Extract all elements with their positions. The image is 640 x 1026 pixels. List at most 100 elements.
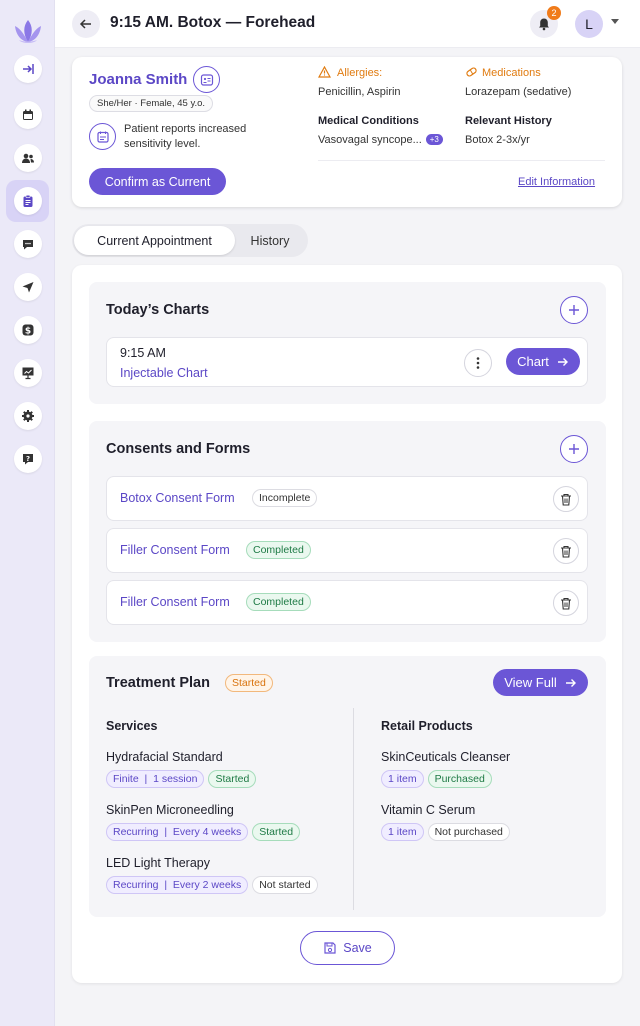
service-status-badge: Started bbox=[208, 770, 257, 788]
chat-bubble-icon bbox=[23, 240, 33, 250]
floppy-disk-icon bbox=[324, 942, 336, 954]
conditions-label: Medical Conditions bbox=[318, 115, 419, 127]
chart-row[interactable]: 9:15 AM Injectable Chart Chart bbox=[106, 337, 588, 387]
patient-profile-button[interactable] bbox=[193, 66, 220, 93]
consents-title: Consents and Forms bbox=[106, 441, 251, 457]
delete-form-button[interactable] bbox=[553, 538, 579, 564]
add-chart-button[interactable] bbox=[560, 296, 588, 324]
confirm-as-current-button[interactable]: Confirm as Current bbox=[89, 168, 226, 195]
chevron-down-icon[interactable] bbox=[611, 19, 619, 24]
sidebar-item-calendar[interactable] bbox=[14, 101, 42, 129]
sidebar-item-billing[interactable]: $ bbox=[14, 316, 42, 344]
open-chart-label: Chart bbox=[517, 354, 549, 369]
form-name-link[interactable]: Filler Consent Form bbox=[120, 595, 230, 609]
appointment-tabs: Current Appointment History bbox=[72, 224, 308, 257]
delete-form-button[interactable] bbox=[553, 590, 579, 616]
send-icon bbox=[22, 282, 34, 293]
column-divider bbox=[353, 708, 354, 910]
warning-icon bbox=[318, 66, 331, 78]
form-row[interactable]: Filler Consent Form Completed bbox=[106, 528, 588, 573]
users-icon bbox=[22, 153, 34, 163]
product-quantity-badge: 1 item bbox=[381, 770, 424, 788]
dollar-icon: $ bbox=[22, 324, 34, 337]
chart-time: 9:15 AM bbox=[120, 346, 166, 360]
service-chips: Recurring | Every 4 weeks Started bbox=[106, 823, 301, 841]
service-chips: Recurring | Every 2 weeks Not started bbox=[106, 876, 318, 894]
todays-charts-title: Today’s Charts bbox=[106, 302, 210, 318]
add-form-button[interactable] bbox=[560, 435, 588, 463]
trash-icon bbox=[561, 597, 571, 610]
arrow-left-icon bbox=[79, 19, 91, 29]
treatment-plan-title: Treatment Plan bbox=[106, 675, 210, 691]
patient-note: Patient reports increased sensitivity le… bbox=[124, 123, 247, 150]
conditions-value: Vasovagal syncope... +3 bbox=[318, 134, 443, 146]
form-row[interactable]: Botox Consent Form Incomplete bbox=[106, 476, 588, 521]
patient-name[interactable]: Joanna Smith bbox=[89, 71, 187, 88]
medications-label: Medications bbox=[482, 67, 541, 79]
sidebar-item-reports[interactable] bbox=[14, 359, 42, 387]
conditions-more-badge[interactable]: +3 bbox=[425, 134, 443, 145]
sidebar-item-settings[interactable] bbox=[14, 402, 42, 430]
note-icon bbox=[89, 123, 116, 150]
history-value: Botox 2-3x/yr bbox=[465, 134, 530, 146]
product-status-badge: Not purchased bbox=[427, 823, 510, 841]
product-chips: 1 item Not purchased bbox=[381, 823, 510, 841]
appointment-content: Today’s Charts 9:15 AM Injectable Chart … bbox=[72, 265, 622, 983]
expand-arrow-icon bbox=[23, 64, 34, 74]
save-button[interactable]: Save bbox=[300, 931, 395, 965]
more-options-button[interactable] bbox=[464, 349, 492, 377]
product-name: Vitamin C Serum bbox=[381, 803, 476, 817]
chart-type-link[interactable]: Injectable Chart bbox=[120, 366, 208, 380]
service-frequency-badge: Finite | 1 session bbox=[106, 770, 205, 788]
top-header: 9:15 AM. Botox — Forehead 2 L bbox=[55, 0, 640, 48]
user-avatar[interactable]: L bbox=[575, 10, 603, 38]
conditions-text: Vasovagal syncope... bbox=[318, 134, 422, 146]
arrow-right-icon bbox=[557, 357, 568, 366]
history-label: Relevant History bbox=[465, 115, 552, 127]
pill-icon bbox=[466, 67, 477, 77]
form-name-link[interactable]: Botox Consent Form bbox=[120, 491, 235, 505]
form-name-link[interactable]: Filler Consent Form bbox=[120, 543, 230, 557]
service-frequency-badge: Recurring | Every 2 weeks bbox=[106, 876, 249, 894]
notification-badge: 2 bbox=[547, 6, 561, 20]
service-name: SkinPen Microneedling bbox=[106, 803, 234, 817]
sidebar: $ ? bbox=[0, 0, 55, 1026]
form-status-badge: Completed bbox=[246, 541, 311, 559]
tab-history[interactable]: History bbox=[235, 226, 305, 255]
plus-icon bbox=[569, 444, 579, 454]
service-status-badge: Started bbox=[252, 823, 301, 841]
id-card-icon bbox=[200, 73, 213, 86]
delete-form-button[interactable] bbox=[553, 486, 579, 512]
product-chips: 1 item Purchased bbox=[381, 770, 492, 788]
sidebar-item-messages[interactable] bbox=[14, 230, 42, 258]
sidebar-item-charts[interactable] bbox=[14, 187, 42, 215]
service-name: LED Light Therapy bbox=[106, 856, 210, 870]
form-row[interactable]: Filler Consent Form Completed bbox=[106, 580, 588, 625]
sidebar-item-campaigns[interactable] bbox=[14, 273, 42, 301]
tab-current-appointment[interactable]: Current Appointment bbox=[74, 226, 235, 255]
presentation-chart-icon bbox=[22, 367, 34, 380]
open-chart-button[interactable]: Chart bbox=[506, 348, 580, 375]
save-label: Save bbox=[343, 941, 372, 955]
edit-information-link[interactable]: Edit Information bbox=[518, 176, 595, 188]
clipboard-icon bbox=[23, 194, 33, 207]
kebab-menu-icon bbox=[476, 357, 480, 369]
collapse-sidebar-button[interactable] bbox=[14, 55, 42, 83]
sidebar-item-help[interactable]: ? bbox=[14, 445, 42, 473]
treatment-plan-status-badge: Started bbox=[225, 674, 273, 692]
retail-products-heading: Retail Products bbox=[381, 719, 473, 733]
service-name: Hydrafacial Standard bbox=[106, 750, 223, 764]
service-frequency-badge: Recurring | Every 4 weeks bbox=[106, 823, 249, 841]
back-button[interactable] bbox=[72, 10, 100, 38]
bell-icon bbox=[539, 18, 549, 31]
service-status-badge: Not started bbox=[252, 876, 318, 894]
gear-icon bbox=[22, 410, 34, 422]
calendar-note-icon bbox=[96, 131, 109, 143]
view-full-plan-button[interactable]: View Full bbox=[493, 669, 588, 696]
services-heading: Services bbox=[106, 719, 158, 733]
sidebar-item-patients[interactable] bbox=[14, 144, 42, 172]
svg-text:?: ? bbox=[26, 455, 30, 463]
product-status-badge: Purchased bbox=[427, 770, 492, 788]
service-chips: Finite | 1 session Started bbox=[106, 770, 257, 788]
patient-demographics-badge: She/Her · Female, 45 y.o. bbox=[89, 95, 214, 112]
